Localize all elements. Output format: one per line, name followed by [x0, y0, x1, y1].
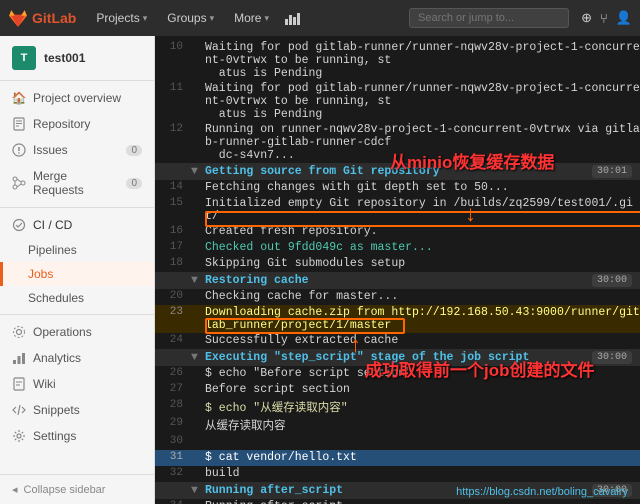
divider-2: [0, 314, 154, 315]
project-name: test001: [44, 51, 85, 65]
sidebar-item-analytics[interactable]: Analytics: [0, 345, 154, 371]
groups-menu[interactable]: Groups ▾: [159, 7, 222, 29]
collapse-sidebar-button[interactable]: ◂ Collapse sidebar: [0, 474, 154, 504]
sidebar-nav: 🏠 Project overview Repository Issues 0: [0, 81, 154, 453]
issues-icon: [12, 143, 26, 157]
terminal-line: 20 Checking cache for master...: [155, 289, 640, 305]
terminal-output: 10 Waiting for pod gitlab-runner/runner-…: [155, 36, 640, 504]
snippets-icon: [12, 403, 26, 417]
sidebar-item-repository[interactable]: Repository: [0, 111, 154, 137]
terminal-line: 30: [155, 434, 640, 450]
wiki-icon: [12, 377, 26, 391]
cicd-icon: [12, 218, 26, 232]
operations-icon: [12, 325, 26, 339]
terminal-line: 34 Running after_script...: [155, 499, 640, 504]
projects-chevron-icon: ▾: [143, 13, 148, 24]
merge-requests-icon: [12, 176, 26, 190]
terminal-line: 10 Waiting for pod gitlab-runner/runner-…: [155, 40, 640, 81]
more-chevron-icon: ▾: [264, 13, 269, 24]
avatar: T: [12, 46, 36, 70]
groups-chevron-icon: ▾: [210, 13, 215, 24]
terminal-section-after-script: ▼ Running after_script 30:00: [155, 482, 640, 499]
terminal-line: 15 Initialized empty Git repository in /…: [155, 196, 640, 224]
terminal-section-cache: ▼ Restoring cache 30:00: [155, 272, 640, 289]
chart-icon[interactable]: [281, 11, 305, 25]
sidebar-item-snippets[interactable]: Snippets: [0, 397, 154, 423]
sidebar-item-pipelines[interactable]: Pipelines: [0, 238, 154, 262]
sidebar-item-wiki[interactable]: Wiki: [0, 371, 154, 397]
terminal-content[interactable]: 10 Waiting for pod gitlab-runner/runner-…: [155, 36, 640, 504]
settings-icon: [12, 429, 26, 443]
sidebar: T test001 🏠 Project overview Repository …: [0, 36, 155, 504]
search-input[interactable]: [409, 8, 569, 28]
sidebar-item-jobs[interactable]: Jobs: [0, 262, 154, 286]
terminal-line: 11 Waiting for pod gitlab-runner/runner-…: [155, 81, 640, 122]
analytics-icon: [12, 351, 26, 365]
sidebar-item-cicd[interactable]: CI / CD: [0, 212, 154, 238]
terminal-line-selected: 31 $ cat vendor/hello.txt: [155, 450, 640, 466]
collapse-icon: ◂: [12, 483, 18, 496]
sidebar-item-merge-requests[interactable]: Merge Requests 0: [0, 163, 154, 203]
sidebar-item-settings[interactable]: Settings: [0, 423, 154, 449]
home-icon: 🏠: [12, 91, 26, 105]
terminal-line: 32 build: [155, 466, 640, 482]
terminal-line: 29 从缓存读取内容: [155, 416, 640, 434]
terminal-line: 16 Created fresh repository.: [155, 224, 640, 240]
sidebar-item-project-overview[interactable]: 🏠 Project overview: [0, 85, 154, 111]
terminal-line-highlighted: 23 Downloading cache.zip from http://192…: [155, 305, 640, 333]
terminal-line: 14 Fetching changes with git depth set t…: [155, 180, 640, 196]
terminal-line: 12 Running on runner-nqwv28v-project-1-c…: [155, 122, 640, 163]
navbar: GitLab Projects ▾ Groups ▾ More ▾ ⊕ ⑂ 👤: [0, 0, 640, 36]
divider-1: [0, 207, 154, 208]
terminal-line: 18 Skipping Git submodules setup: [155, 256, 640, 272]
terminal-line: 26 $ echo "Before script section": [155, 366, 640, 382]
projects-menu[interactable]: Projects ▾: [88, 7, 155, 29]
sidebar-project-header: T test001: [0, 36, 154, 81]
repository-icon: [12, 117, 26, 131]
terminal-line: 27 Before script section: [155, 382, 640, 398]
sidebar-item-schedules[interactable]: Schedules: [0, 286, 154, 310]
sidebar-item-issues[interactable]: Issues 0: [0, 137, 154, 163]
navbar-action-icons: ⊕ ⑂ 👤: [581, 10, 632, 26]
issues-count: 0: [126, 145, 142, 156]
merge-requests-count: 0: [126, 178, 142, 189]
terminal-section-step-script: ▼ Executing "step_script" stage of the j…: [155, 349, 640, 366]
gitlab-logo[interactable]: GitLab: [8, 8, 76, 28]
terminal-line: 28 $ echo "从缓存读取内容": [155, 398, 640, 416]
terminal-line: 24 Successfully extracted cache: [155, 333, 640, 349]
sidebar-item-operations[interactable]: Operations: [0, 319, 154, 345]
terminal-section-git: ▼ Getting source from Git repository 30:…: [155, 163, 640, 180]
plus-icon[interactable]: ⊕: [581, 10, 592, 26]
more-menu[interactable]: More ▾: [226, 7, 277, 29]
main-layout: T test001 🏠 Project overview Repository …: [0, 36, 640, 504]
commit-icon[interactable]: ⑂: [600, 11, 608, 26]
user-icon[interactable]: 👤: [616, 10, 632, 26]
terminal-line: 17 Checked out 9fdd049c as master...: [155, 240, 640, 256]
